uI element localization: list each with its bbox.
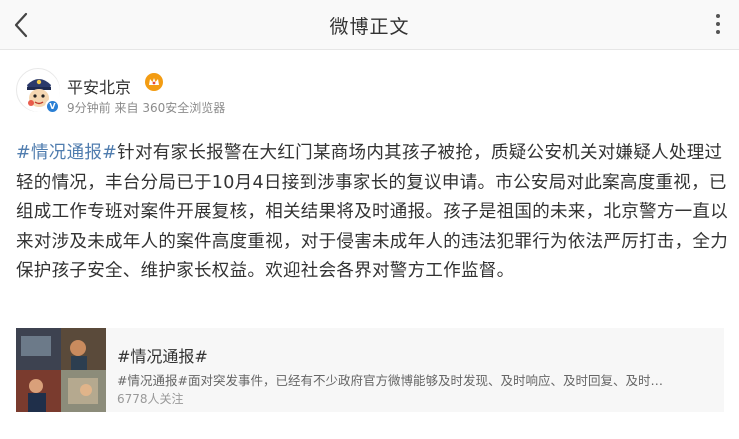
author-name[interactable]: 平安北京 — [67, 74, 131, 98]
top-nav-bar: 微博正文 — [0, 0, 739, 50]
page-title: 微博正文 — [329, 16, 410, 38]
post-author: V 平安北京 9分钟前 来自 360安全浏览器 — [16, 68, 736, 118]
verified-badge-icon: V — [45, 99, 60, 114]
source-prefix: 来自 — [114, 101, 139, 115]
topic-card[interactable]: #情况通报# #情况通报#面对突发事件，已经有不少政府官方微博能够及时发现、及时… — [16, 328, 724, 412]
topic-follower-count: 6778人关注 — [117, 392, 184, 406]
more-vertical-icon — [716, 14, 720, 18]
post-text: #情况通报#针对有家长报警在大红门某商场内其孩子被抢，质疑公安机关对嫌疑人处理过… — [16, 139, 730, 287]
post-content: 针对有家长报警在大红门某商场内其孩子被抢，质疑公安机关对嫌疑人处理过轻的情况，丰… — [16, 143, 728, 281]
post-source[interactable]: 360安全浏览器 — [142, 101, 225, 115]
post-time: 9分钟前 — [67, 101, 111, 115]
topic-description: #情况通报#面对突发事件，已经有不少政府官方微博能够及时发现、及时响应、及时回复… — [117, 373, 663, 388]
topic-title: #情况通报# — [117, 347, 208, 366]
topic-thumbnail — [16, 328, 106, 412]
more-options-button[interactable] — [705, 10, 731, 40]
hashtag-link[interactable]: #情况通报# — [16, 143, 117, 163]
member-crown-icon[interactable] — [144, 72, 164, 92]
post-meta: 9分钟前 来自 360安全浏览器 — [67, 99, 225, 116]
